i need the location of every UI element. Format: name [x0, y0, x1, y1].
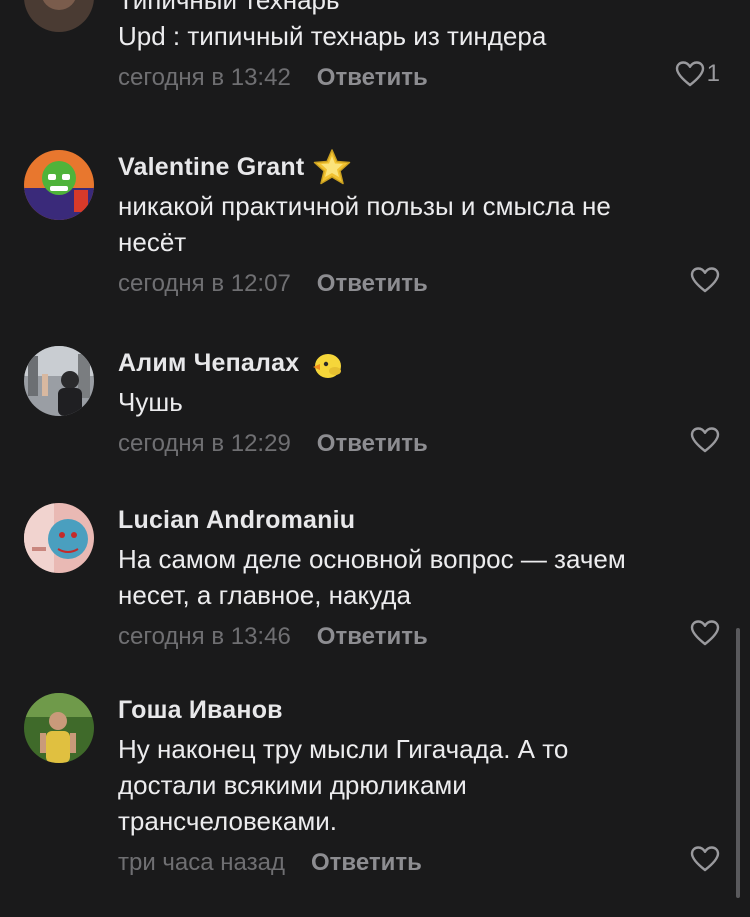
like-button[interactable]	[690, 426, 720, 454]
author-name[interactable]: Valentine Grant	[118, 153, 304, 182]
comment-header: Алим Чепалах	[118, 346, 720, 380]
comment-meta: сегодня в 13:46 Ответить	[118, 617, 720, 657]
scrollbar[interactable]	[736, 628, 740, 898]
comment-text: Ну наконец тру мысли Гигачада. А то дост…	[118, 734, 569, 836]
comment-text: никакой практичной пользы и смысла не не…	[118, 191, 611, 257]
comment-meta: три часа назад Ответить	[118, 843, 720, 883]
reply-button[interactable]: Ответить	[317, 623, 428, 651]
author-name[interactable]: Lucian Andromaniu	[118, 506, 355, 535]
heart-icon	[690, 267, 720, 293]
comment-meta: сегодня в 12:29 Ответить	[118, 424, 720, 464]
avatar[interactable]	[24, 503, 94, 573]
heart-icon	[690, 620, 720, 646]
reply-button[interactable]: Ответить	[311, 849, 422, 877]
heart-icon	[690, 846, 720, 872]
comments-feed: Типичный технарь Upd : типичный технарь …	[0, 0, 750, 917]
like-count: 1	[706, 60, 720, 87]
comment-text: На самом деле основной вопрос — зачем не…	[118, 544, 626, 610]
reply-button[interactable]: Ответить	[317, 270, 428, 298]
comment-timestamp: сегодня в 12:07	[118, 270, 291, 297]
like-button[interactable]	[690, 845, 720, 873]
comment-meta: сегодня в 13:42 Ответить 1	[118, 58, 720, 98]
comment-text: Чушь	[118, 387, 183, 417]
avatar[interactable]	[24, 150, 94, 220]
duck-icon	[307, 343, 347, 383]
like-button[interactable]	[690, 266, 720, 294]
comment-header: Lucian Andromaniu	[118, 503, 720, 537]
star-icon	[312, 147, 352, 187]
comment-timestamp: сегодня в 13:42	[118, 64, 291, 91]
comment-header: Гоша Иванов	[118, 693, 720, 727]
like-button[interactable]	[690, 619, 720, 647]
comment-meta: сегодня в 12:07 Ответить	[118, 264, 720, 304]
comment-timestamp: три часа назад	[118, 849, 285, 876]
reply-button[interactable]: Ответить	[317, 64, 428, 92]
reply-button[interactable]: Ответить	[317, 430, 428, 458]
comment-header: Valentine Grant	[118, 147, 720, 187]
author-name[interactable]: Алим Чепалах	[118, 349, 299, 378]
like-button[interactable]: 1	[675, 60, 720, 88]
comment-timestamp: сегодня в 12:29	[118, 430, 291, 457]
comment-text: Типичный технарь Upd : типичный технарь …	[118, 0, 547, 51]
avatar[interactable]	[24, 0, 94, 32]
avatar[interactable]	[24, 346, 94, 416]
heart-icon	[690, 427, 720, 453]
author-name[interactable]: Гоша Иванов	[118, 696, 283, 725]
heart-icon	[675, 61, 704, 87]
comment-timestamp: сегодня в 13:46	[118, 623, 291, 650]
avatar[interactable]	[24, 693, 94, 763]
